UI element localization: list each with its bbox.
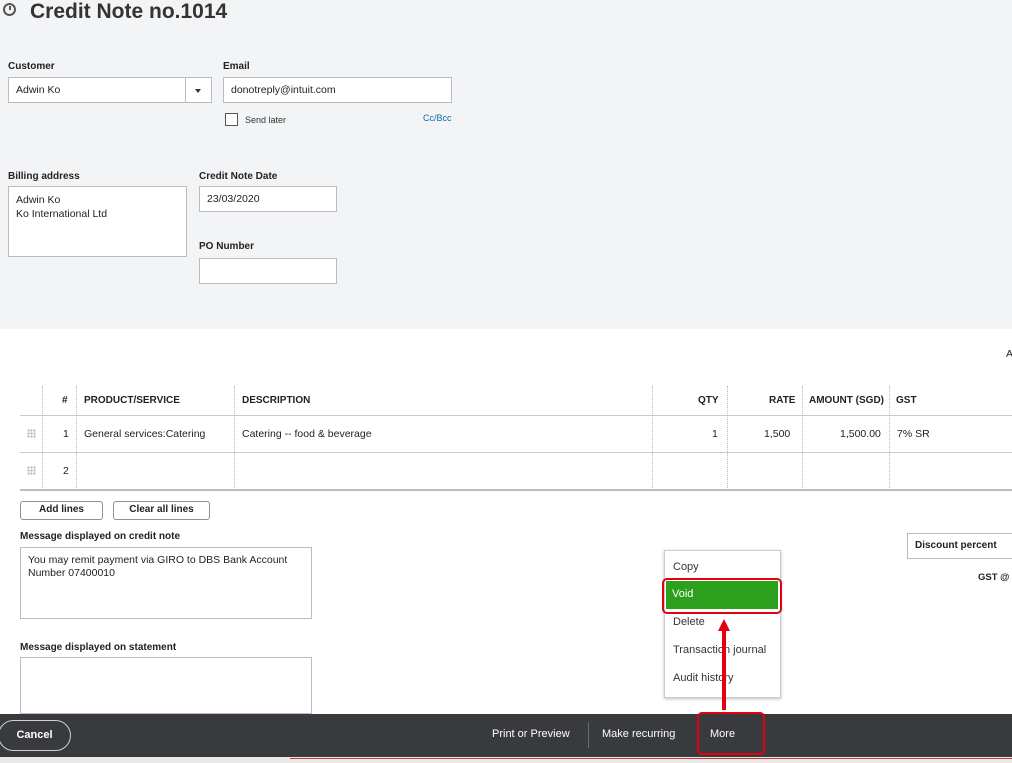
credit-note-date-field[interactable]: 23/03/2020 bbox=[199, 186, 337, 212]
void-highlight-annotation bbox=[662, 578, 782, 614]
send-later-checkbox[interactable] bbox=[225, 113, 238, 126]
menu-item-transaction-journal[interactable]: Transaction journal bbox=[673, 644, 766, 656]
table-row-divider bbox=[20, 452, 1012, 453]
billing-line-1: Adwin Ko bbox=[16, 194, 61, 206]
col-divider bbox=[727, 386, 728, 490]
credit-message-label: Message displayed on credit note bbox=[20, 531, 181, 542]
row-1-gst[interactable]: 7% SR bbox=[897, 428, 930, 440]
statement-message-field[interactable] bbox=[20, 657, 312, 714]
menu-item-delete[interactable]: Delete bbox=[673, 616, 705, 628]
row-1-product[interactable]: General services:Catering bbox=[84, 428, 205, 440]
col-header-amount: AMOUNT (SGD) bbox=[809, 395, 884, 406]
col-divider bbox=[42, 386, 43, 490]
page-title: Credit Note no.1014 bbox=[30, 0, 228, 23]
col-header-gst: GST bbox=[896, 395, 917, 406]
statement-message-label: Message displayed on statement bbox=[20, 642, 177, 653]
make-recurring-button[interactable]: Make recurring bbox=[602, 728, 675, 740]
col-divider bbox=[802, 386, 803, 490]
col-header-product: PRODUCT/SERVICE bbox=[84, 395, 180, 406]
send-later-label: Send later bbox=[245, 115, 287, 125]
po-number-label: PO Number bbox=[199, 241, 255, 252]
billing-address-label: Billing address bbox=[8, 171, 80, 182]
billing-line-2: Ko International Ltd bbox=[16, 208, 108, 220]
footer-divider bbox=[588, 722, 589, 748]
table-bottom-border bbox=[20, 489, 1012, 491]
footer-bottom-line bbox=[290, 758, 1012, 759]
row-1-num: 1 bbox=[63, 428, 69, 440]
col-header-rate: RATE bbox=[769, 395, 796, 406]
col-header-qty: QTY bbox=[698, 395, 719, 406]
customer-value: Adwin Ko bbox=[16, 84, 61, 96]
po-number-field[interactable] bbox=[199, 258, 337, 284]
billing-address-field[interactable]: Adwin Ko Ko International Ltd bbox=[8, 186, 187, 257]
table-header-divider bbox=[20, 415, 1012, 416]
add-lines-button[interactable]: Add lines bbox=[20, 501, 103, 520]
row-1-description[interactable]: Catering -- food & beverage bbox=[242, 428, 372, 440]
col-divider bbox=[76, 386, 77, 490]
more-highlight-annotation bbox=[697, 712, 765, 755]
col-header-description: DESCRIPTION bbox=[242, 395, 311, 406]
clear-all-lines-button[interactable]: Clear all lines bbox=[113, 501, 210, 520]
discount-type-select[interactable]: Discount percent bbox=[907, 533, 1012, 559]
col-divider bbox=[234, 386, 235, 490]
customer-select[interactable]: Adwin Ko bbox=[8, 77, 212, 103]
drag-handle-icon[interactable] bbox=[27, 429, 36, 438]
email-label: Email bbox=[223, 61, 250, 72]
recent-transactions-icon[interactable] bbox=[3, 3, 16, 16]
credit-note-date-label: Credit Note Date bbox=[199, 171, 278, 182]
col-divider bbox=[652, 386, 653, 490]
customer-label: Customer bbox=[8, 61, 55, 72]
cc-bcc-link[interactable]: Cc/Bcc bbox=[423, 113, 452, 123]
email-field[interactable]: donotreply@intuit.com bbox=[223, 77, 452, 103]
col-divider bbox=[889, 386, 890, 490]
col-header-num: # bbox=[62, 395, 68, 406]
row-1-rate[interactable]: 1,500 bbox=[764, 428, 790, 440]
header-area bbox=[0, 0, 1012, 329]
credit-message-field[interactable]: You may remit payment via GIRO to DBS Ba… bbox=[20, 547, 312, 619]
row-2-num: 2 bbox=[63, 465, 69, 477]
right-edge-fragment: A bbox=[1006, 348, 1012, 360]
row-1-qty[interactable]: 1 bbox=[712, 428, 718, 440]
chevron-down-icon[interactable] bbox=[185, 78, 211, 102]
drag-handle-icon[interactable] bbox=[27, 466, 36, 475]
row-1-amount[interactable]: 1,500.00 bbox=[840, 428, 881, 440]
print-preview-button[interactable]: Print or Preview bbox=[492, 728, 570, 740]
menu-item-copy[interactable]: Copy bbox=[673, 561, 699, 573]
gst-rate-fragment: GST @ 7 bbox=[978, 572, 1012, 583]
arrow-shaft bbox=[722, 630, 726, 710]
cancel-button[interactable]: Cancel bbox=[0, 720, 71, 751]
